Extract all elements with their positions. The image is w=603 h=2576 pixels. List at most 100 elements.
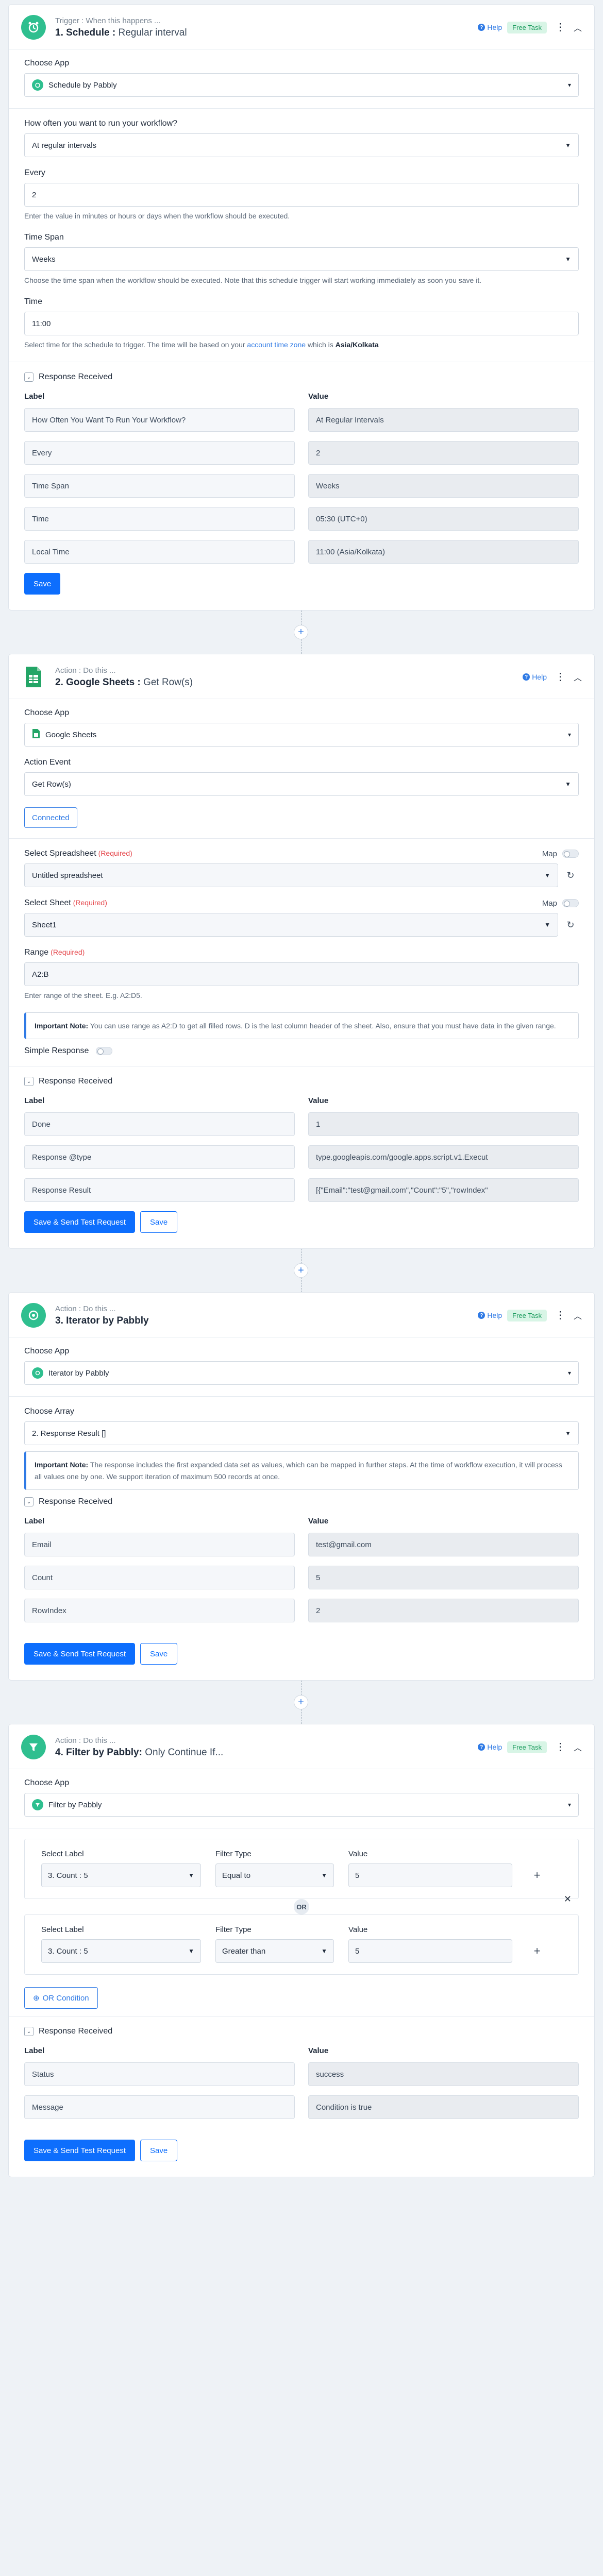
response-received-toggle[interactable]: ⌄ Response Received [24,372,579,382]
step-2-header[interactable]: Action : Do this ... 2. Google Sheets : … [9,654,594,699]
caret-down-icon: ▼ [188,1947,194,1955]
map-label: Map [542,849,557,858]
sheet-label: Select Sheet (Required) [24,899,107,907]
free-task-badge: Free Task [507,1309,547,1321]
iterator-icon [21,1303,46,1328]
time-span-select[interactable]: Weeks ▼ [24,247,579,271]
label-column-header: Label [24,1517,45,1526]
chevron-down-icon: ⌄ [24,1497,34,1507]
caret-down-icon: ▼ [565,142,571,149]
select-label-dropdown[interactable]: 3. Count : 5 ▼ [41,1863,201,1888]
question-icon: ? [478,1312,485,1319]
chevron-down-icon: ⌄ [24,2027,34,2037]
caret-down-icon: ▼ [188,1872,194,1879]
more-options-icon[interactable]: ⋮ [552,672,568,682]
add-condition-plus-icon[interactable]: + [527,1939,547,1963]
save-test-button[interactable]: Save & Send Test Request [24,1211,136,1233]
simple-response-row: Simple Response [24,1046,579,1056]
save-test-button[interactable]: Save & Send Test Request [24,2140,136,2162]
important-note: Important Note: You can use range as A2:… [24,1012,579,1040]
step-title: 1. Schedule : Regular interval [55,27,187,38]
choose-app-select[interactable]: Filter by Pabbly ▾ [24,1793,579,1817]
map-toggle[interactable] [562,850,579,858]
caret-down-icon: ▼ [544,872,550,879]
choose-app-label: Choose App [24,59,70,67]
value-label: Value [348,1850,368,1859]
save-button[interactable]: Save [24,573,61,595]
select-label-dropdown[interactable]: 3. Count : 5 ▼ [41,1939,201,1963]
response-row: RowIndex 2 [24,1599,579,1623]
help-link[interactable]: ? Help [523,673,547,681]
response-received-toggle[interactable]: ⌄ Response Received [24,1497,579,1507]
save-button[interactable]: Save [140,2140,178,2162]
spreadsheet-select[interactable]: Untitled spreadsheet ▼ [24,863,558,887]
free-task-badge: Free Task [507,1741,547,1753]
frequency-select[interactable]: At regular intervals ▼ [24,133,579,157]
choose-app-select[interactable]: Iterator by Pabbly ▾ [24,1361,579,1385]
step-1-header[interactable]: Trigger : When this happens ... 1. Sched… [9,5,594,49]
close-icon[interactable]: ✕ [564,1894,572,1905]
add-step-plus-icon[interactable]: + [294,1263,308,1278]
action-event-select[interactable]: Get Row(s) ▼ [24,772,579,796]
save-button[interactable]: Save [140,1211,178,1233]
choose-app-select[interactable]: Schedule by Pabbly ▾ [24,73,579,97]
step-3-header[interactable]: Action : Do this ... 3. Iterator by Pabb… [9,1293,594,1338]
help-link[interactable]: ? Help [478,1743,502,1751]
response-received-toggle[interactable]: ⌄ Response Received [24,2027,579,2037]
help-link[interactable]: ? Help [478,1311,502,1319]
value-column-header: Value [308,1517,329,1526]
collapse-chevron-icon[interactable]: ︿ [574,21,582,33]
refresh-icon[interactable]: ↻ [562,863,579,887]
collapse-chevron-icon[interactable]: ︿ [574,1309,582,1321]
connected-button[interactable]: Connected [24,807,77,828]
response-row: Time Span Weeks [24,474,579,498]
alarm-clock-icon [21,15,46,40]
choose-array-label: Choose Array [24,1407,74,1416]
range-input[interactable]: A2:B [24,962,579,986]
choose-app-select[interactable]: Google Sheets ▾ [24,723,579,747]
save-test-button[interactable]: Save & Send Test Request [24,1643,136,1665]
collapse-chevron-icon[interactable]: ︿ [574,1741,582,1753]
add-step-plus-icon[interactable]: + [294,625,308,639]
response-row: Status success [24,2062,579,2087]
every-label: Every [24,168,45,177]
collapse-chevron-icon[interactable]: ︿ [574,671,582,683]
value-input[interactable]: 5 [348,1863,512,1888]
time-input[interactable]: 11:00 [24,312,579,335]
every-input[interactable]: 2 [24,183,579,207]
account-time-zone-link[interactable]: account time zone [247,341,306,349]
simple-response-toggle[interactable] [96,1047,113,1056]
response-row: Local Time 11:00 (Asia/Kolkata) [24,540,579,564]
more-options-icon[interactable]: ⋮ [552,1742,568,1752]
free-task-badge: Free Task [507,21,547,33]
filter-type-dropdown[interactable]: Equal to ▼ [215,1863,334,1888]
help-link[interactable]: ? Help [478,23,502,31]
response-received-toggle[interactable]: ⌄ Response Received [24,1077,579,1087]
chevron-down-icon: ▾ [567,1369,571,1377]
more-options-icon[interactable]: ⋮ [552,1310,568,1320]
google-sheets-icon [21,665,46,689]
more-options-icon[interactable]: ⋮ [552,22,568,32]
action-event-label: Action Event [24,758,71,767]
step-4-header[interactable]: Action : Do this ... 4. Filter by Pabbly… [9,1724,594,1770]
filter-icon [32,1799,43,1811]
step-4-card: Action : Do this ... 4. Filter by Pabbly… [8,1724,595,2178]
time-span-label: Time Span [24,233,64,242]
value-input[interactable]: 5 [348,1939,512,1963]
or-condition-button[interactable]: ⊕ OR Condition [24,1987,98,2009]
refresh-icon[interactable]: ↻ [562,913,579,937]
response-row: Done 1 [24,1112,579,1137]
step-kicker: Action : Do this ... [55,666,116,675]
sheet-select[interactable]: Sheet1 ▼ [24,913,558,937]
step-title: 3. Iterator by Pabbly [55,1315,149,1326]
choose-app-label: Choose App [24,1778,70,1788]
value-column-header: Value [308,392,329,401]
choose-array-select[interactable]: 2. Response Result [] ▼ [24,1421,579,1446]
add-condition-plus-icon[interactable]: + [527,1863,547,1887]
save-button[interactable]: Save [140,1643,178,1665]
add-step-plus-icon[interactable]: + [294,1695,308,1710]
filter-type-dropdown[interactable]: Greater than ▼ [215,1939,334,1963]
map-toggle[interactable] [562,899,579,907]
value-column-header: Value [308,2046,329,2056]
chevron-down-icon: ⌄ [24,1077,34,1087]
